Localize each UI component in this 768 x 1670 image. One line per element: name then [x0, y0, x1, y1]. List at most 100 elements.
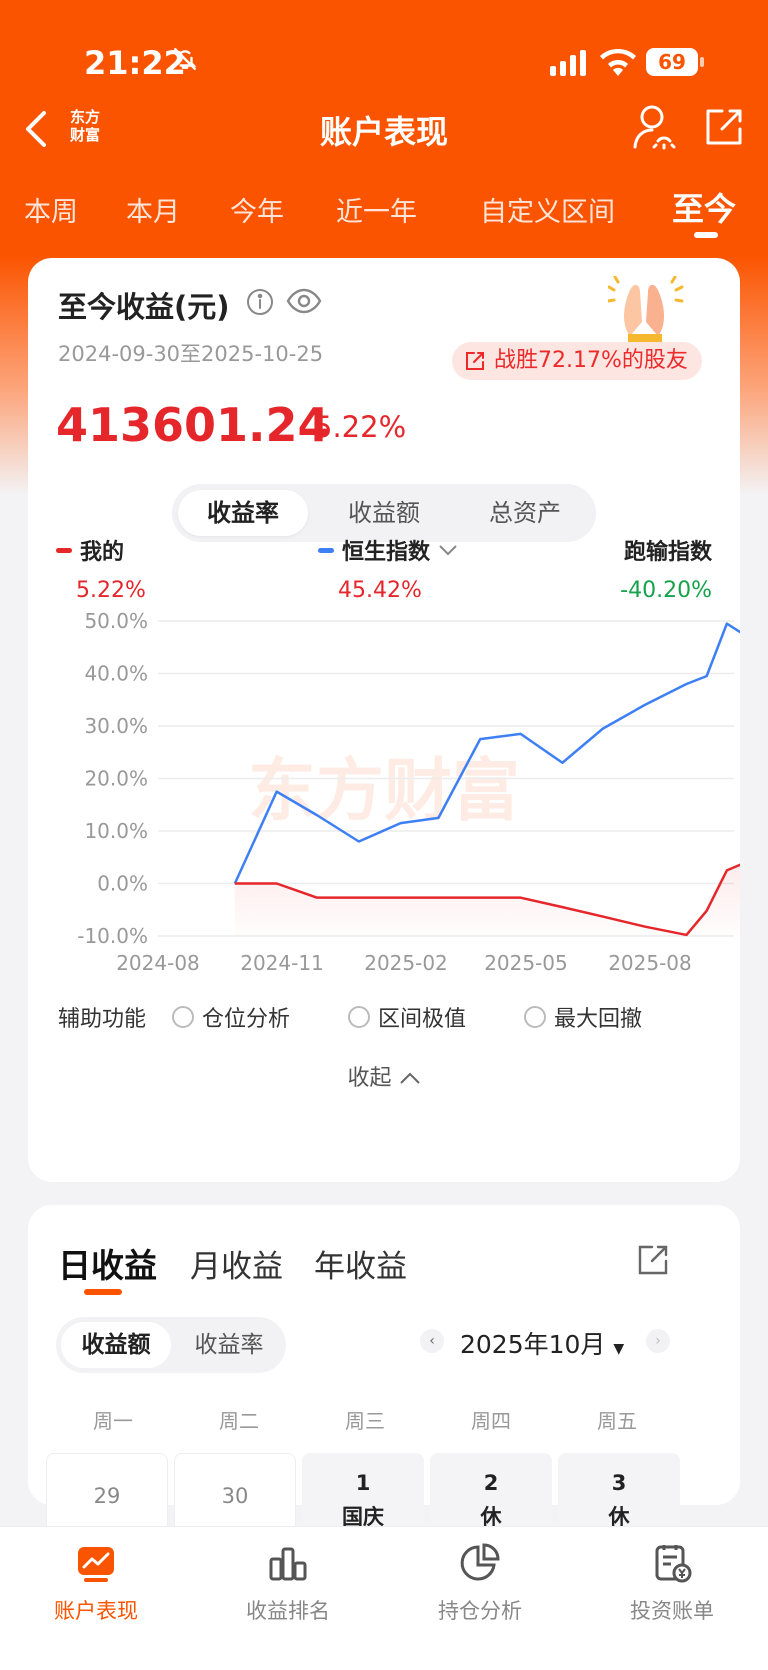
month-label[interactable]: 2025年10月 ▼	[460, 1325, 624, 1361]
chart-y-tick-label: 30.0%	[84, 714, 148, 738]
chart-x-tick-label: 2025-05	[484, 951, 568, 975]
tab-daily-earnings[interactable]: 日收益	[58, 1239, 157, 1287]
period-tab-indicator	[694, 232, 718, 238]
chevron-down-icon[interactable]	[438, 543, 458, 557]
aux-label: 辅助功能	[58, 1007, 147, 1032]
metric-tab-total-assets[interactable]: 总资产	[460, 490, 590, 536]
total-earnings-amount: 413601.24	[56, 398, 330, 452]
beat-rank-text: 战胜72.17%的股友	[494, 348, 688, 373]
legend-mine-marker	[56, 547, 72, 553]
status-time: 21:22	[84, 44, 186, 82]
share-icon[interactable]	[702, 105, 746, 149]
chart-y-tick-label: 0.0%	[97, 872, 148, 896]
bell-muted-icon	[174, 48, 197, 70]
aux-option-position-label: 仓位分析	[202, 1007, 291, 1032]
cellular-signal-icon	[550, 50, 586, 76]
caret-down-icon: ▼	[613, 1341, 625, 1357]
chart-x-tick-label: 2024-08	[116, 951, 200, 975]
legend-diff: 跑输指数 -40.20%	[620, 534, 712, 603]
share-icon[interactable]	[636, 1243, 670, 1277]
metric-tab-return-rate[interactable]: 收益率	[178, 490, 308, 536]
period-tab-week[interactable]: 本周	[24, 190, 78, 229]
weekday-thu: 周四	[471, 1409, 511, 1433]
navigation-bar: 东方 财富 账户表现	[0, 95, 768, 159]
eye-icon[interactable]	[286, 286, 322, 316]
legend-hsi-label: 恒生指数	[342, 540, 431, 565]
tabbar-holdings-analysis[interactable]: 持仓分析	[384, 1541, 576, 1625]
aux-option-range-extreme[interactable]: 区间极值	[348, 1001, 466, 1033]
mode-tab-rate[interactable]: 收益率	[174, 1322, 284, 1368]
tabbar-label: 投资账单	[630, 1599, 714, 1623]
tab-yearly-earnings[interactable]: 年收益	[314, 1241, 407, 1286]
radio-icon	[348, 1006, 370, 1028]
collapse-button[interactable]: 收起	[28, 1060, 740, 1092]
battery-indicator: 69	[646, 48, 698, 76]
info-icon[interactable]	[246, 288, 274, 316]
period-tab-month[interactable]: 本月	[126, 190, 180, 229]
period-tab-since-inception[interactable]: 至今	[672, 184, 736, 230]
bottom-tab-bar: 账户表现 收益排名 持仓分析 投资账单	[0, 1526, 768, 1670]
legend-hsi[interactable]: 恒生指数 45.42%	[318, 534, 458, 603]
legend-hsi-marker	[318, 547, 334, 553]
date-range: 2024-09-30至2025-10-25	[58, 342, 324, 366]
month-picker: ‹ 2025年10月 ▼ ›	[420, 1321, 670, 1367]
chart-y-tick-label: -10.0%	[77, 924, 148, 948]
period-tab-year[interactable]: 今年	[230, 190, 284, 229]
bill-icon	[655, 1545, 692, 1583]
chart-x-tick-label: 2025-08	[608, 951, 692, 975]
day-number: 30	[221, 1484, 249, 1508]
radio-icon	[172, 1006, 194, 1028]
earnings-tab-indicator	[84, 1289, 122, 1295]
collapse-label: 收起	[347, 1066, 392, 1091]
tab-monthly-earnings[interactable]: 月收益	[190, 1241, 283, 1286]
metric-tab-return-amount[interactable]: 收益额	[319, 490, 449, 536]
month-text: 2025年10月	[460, 1330, 606, 1359]
chart-y-tick-label: 40.0%	[84, 662, 148, 686]
period-tab-custom[interactable]: 自定义区间	[480, 190, 615, 229]
chart-y-tick-label: 20.0%	[84, 767, 148, 791]
chart-x-tick-label: 2024-11	[240, 951, 324, 975]
chart-watermark: 东方财富	[248, 752, 520, 831]
performance-chart-icon	[78, 1547, 114, 1582]
battery-tip	[700, 57, 704, 67]
beat-rank-badge[interactable]: 战胜72.17%的股友	[452, 342, 702, 380]
radio-icon	[524, 1006, 546, 1028]
user-eye-icon[interactable]	[632, 103, 676, 151]
tabbar-label: 持仓分析	[438, 1599, 522, 1623]
legend-mine: 我的 5.22%	[56, 534, 146, 603]
chevron-up-icon	[399, 1072, 420, 1084]
clapping-hands-icon	[608, 276, 684, 342]
day-number: 3	[611, 1471, 627, 1495]
legend-diff-label: 跑输指数	[623, 540, 712, 565]
tabbar-label: 账户表现	[54, 1599, 138, 1623]
aux-option-max-drawdown-label: 最大回撤	[554, 1007, 643, 1032]
period-tab-last-year[interactable]: 近一年	[336, 190, 417, 229]
period-tabs: 本周 本月 今年 近一年 自定义区间 至今	[0, 182, 768, 242]
legend-mine-label: 我的	[80, 540, 125, 565]
tabbar-label: 收益排名	[246, 1599, 330, 1623]
total-return-pct: 5.22%	[314, 410, 407, 444]
aux-option-max-drawdown[interactable]: 最大回撤	[524, 1001, 642, 1033]
weekday-wed: 周三	[345, 1409, 385, 1433]
mode-tab-amount[interactable]: 收益额	[61, 1322, 171, 1368]
status-bar: 21:22 69	[0, 0, 768, 90]
weekday-tue: 周二	[219, 1409, 259, 1433]
tabbar-earnings-rank[interactable]: 收益排名	[192, 1541, 384, 1625]
bar-chart-icon	[269, 1547, 307, 1581]
earnings-mode-segment: 收益额 收益率	[56, 1317, 286, 1373]
day-number: 2	[483, 1471, 499, 1495]
tabbar-account-performance[interactable]: 账户表现	[0, 1541, 192, 1625]
return-chart[interactable]: 东方财富 50.0% 40.0% 30.0% 20.0% 10.0% 0.0% -10.0% 2…	[28, 596, 762, 986]
chart-svg: 东方财富 50.0% 40.0% 30.0% 20.0% 10.0% 0.0% -10.0% 2…	[77, 609, 762, 975]
prev-month-button[interactable]: ‹	[420, 1329, 444, 1353]
share-small-icon	[466, 352, 484, 370]
earnings-title: 至今收益(元)	[58, 290, 230, 324]
next-month-button[interactable]: ›	[646, 1329, 670, 1353]
day-number: 29	[93, 1484, 121, 1508]
aux-option-range-extreme-label: 区间极值	[378, 1007, 467, 1032]
chart-y-tick-label: 50.0%	[84, 609, 148, 633]
tabbar-investment-bill[interactable]: 投资账单	[576, 1541, 768, 1625]
aux-option-position[interactable]: 仓位分析	[172, 1001, 290, 1033]
wifi-icon	[600, 48, 636, 76]
weekday-mon: 周一	[93, 1409, 133, 1433]
